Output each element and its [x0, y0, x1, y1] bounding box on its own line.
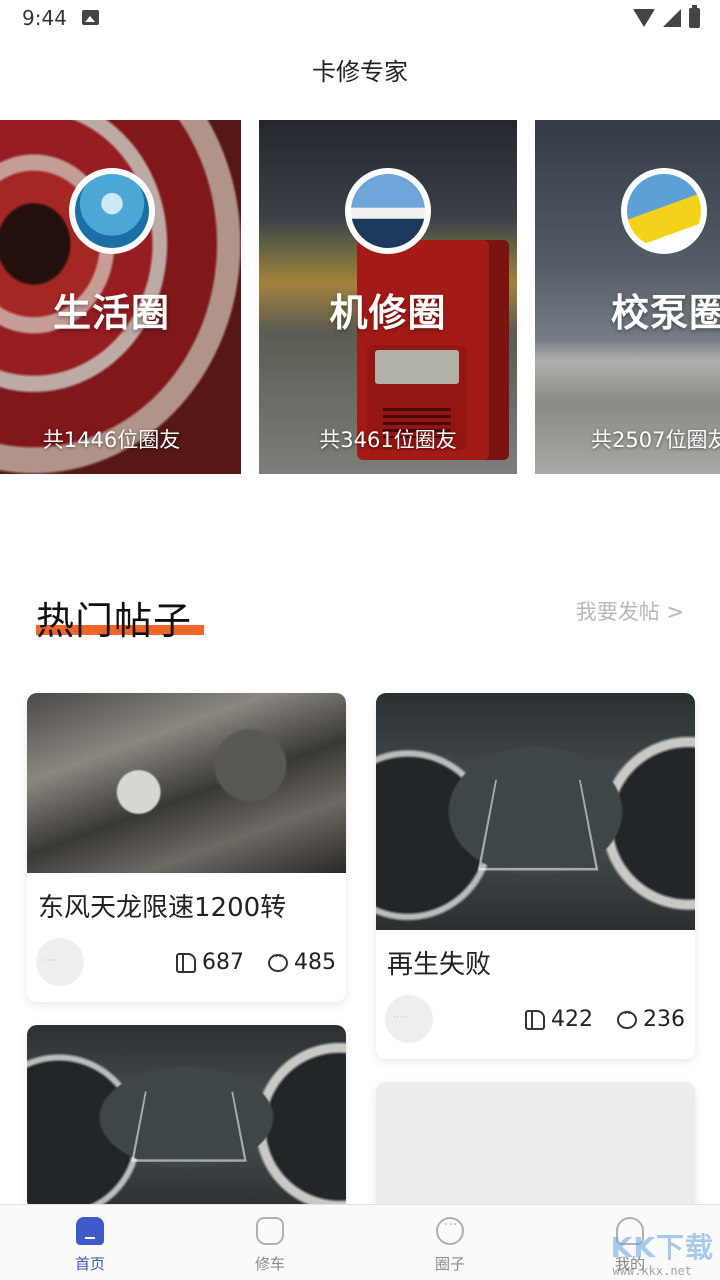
post-title: 东风天龙限速1200转	[38, 893, 287, 923]
like-count-value: 687	[202, 950, 244, 975]
wifi-icon	[633, 9, 655, 27]
thumbs-up-icon	[176, 952, 196, 973]
nav-label: 圈子	[434, 1255, 465, 1273]
circle-card-repair[interactable]: 机修圈 共3461位圈友	[259, 120, 517, 474]
nav-home[interactable]: 首页	[0, 1205, 180, 1280]
status-bar: 9:44	[0, 0, 720, 36]
circle-card-life[interactable]: 生活圈 共1446位圈友	[0, 120, 241, 474]
comment-count[interactable]: 485	[268, 949, 336, 975]
post-title: 再生失败	[387, 950, 492, 980]
nav-circles[interactable]: 圈子	[360, 1205, 540, 1280]
status-time: 9:44	[22, 6, 67, 30]
post-image	[27, 1025, 346, 1210]
post-footer: 687 485	[27, 924, 346, 1002]
circle-name: 机修圈	[329, 291, 447, 335]
circle-name: 生活圈	[52, 291, 170, 335]
comment-icon	[268, 949, 288, 972]
hot-posts-header: 热门帖子	[36, 590, 204, 643]
nav-repair[interactable]: 修车	[180, 1205, 360, 1280]
post-image	[27, 693, 346, 873]
comment-count-value: 485	[294, 950, 336, 975]
circle-carousel[interactable]: 生活圈 共1446位圈友 机修圈 共3461位圈友 校泵圈 共2507位圈友	[0, 120, 720, 474]
post-card[interactable]: 东风天龙限速1200转 687 485	[27, 693, 346, 1002]
image-icon	[82, 10, 99, 25]
post-card[interactable]	[376, 1082, 695, 1212]
battery-icon	[689, 5, 700, 28]
chat-circle-icon	[436, 1217, 464, 1245]
watermark-logo: KK下载	[610, 1231, 714, 1264]
thumbs-up-icon	[525, 1009, 545, 1030]
home-icon	[76, 1217, 104, 1245]
watermark-url: www.kkx.net	[612, 1264, 692, 1278]
post-stats: 422 236	[525, 1006, 685, 1032]
status-icons	[633, 5, 700, 29]
section-title: 热门帖子	[36, 599, 193, 643]
post-card[interactable]: 再生失败 422 236	[376, 693, 695, 1059]
like-count[interactable]: 422	[525, 1007, 593, 1032]
nav-label: 修车	[254, 1255, 285, 1273]
car-icon	[256, 1217, 284, 1245]
avatar[interactable]	[385, 995, 433, 1043]
post-image	[376, 693, 695, 930]
comment-icon	[617, 1006, 637, 1029]
signal-icon	[663, 9, 681, 27]
comment-count-value: 236	[643, 1007, 685, 1032]
comment-count[interactable]: 236	[617, 1006, 685, 1032]
circle-member-count: 共1446位圈友	[42, 428, 181, 452]
post-image-placeholder	[376, 1082, 695, 1212]
avatar[interactable]	[36, 938, 84, 986]
circle-name: 校泵圈	[611, 291, 720, 335]
circle-member-count: 共2507位圈友	[591, 428, 720, 452]
nav-label: 首页	[74, 1255, 105, 1273]
new-post-link[interactable]: 我要发帖 >	[576, 596, 684, 626]
circle-card-pump[interactable]: 校泵圈 共2507位圈友	[535, 120, 720, 474]
post-stats: 687 485	[176, 949, 336, 975]
post-card[interactable]	[27, 1025, 346, 1210]
post-footer: 422 236	[376, 981, 695, 1059]
circle-avatar	[345, 168, 431, 254]
like-count-value: 422	[551, 1007, 593, 1032]
circle-member-count: 共3461位圈友	[319, 428, 457, 452]
page-title: 卡修专家	[312, 58, 408, 86]
like-count[interactable]: 687	[176, 950, 244, 975]
circle-avatar	[621, 168, 707, 254]
circle-avatar	[69, 168, 155, 254]
